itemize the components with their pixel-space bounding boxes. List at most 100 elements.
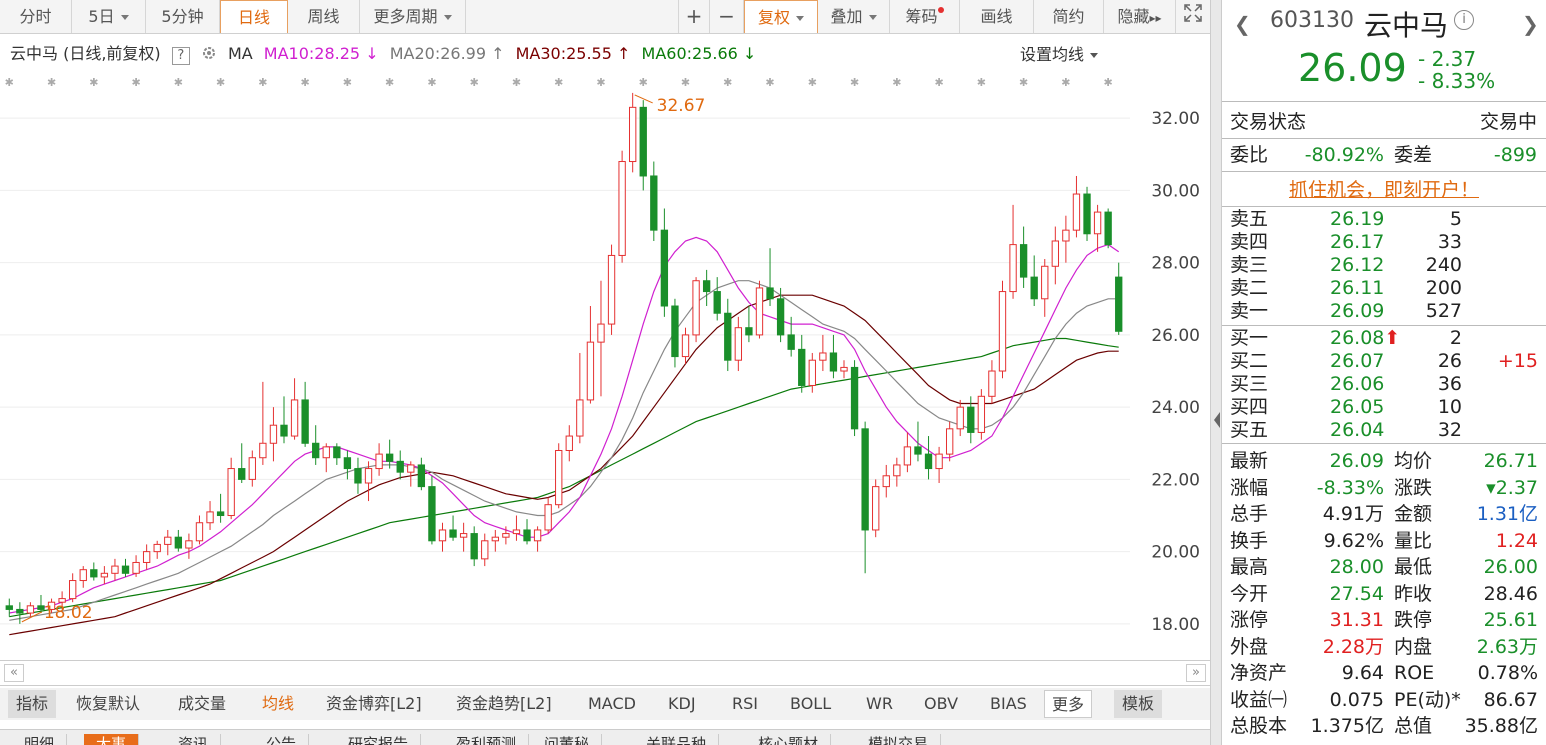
- tab-5day[interactable]: 5日: [72, 0, 146, 33]
- info-icon[interactable]: i: [1454, 10, 1474, 30]
- tab-ma[interactable]: 均线: [262, 690, 294, 718]
- tab-daily[interactable]: 日线: [220, 0, 288, 33]
- hide-button[interactable]: 隐藏▸▸: [1104, 0, 1176, 33]
- fullscreen-icon[interactable]: [1176, 0, 1210, 33]
- tab-intraday[interactable]: 分时: [0, 0, 72, 33]
- overlay-button[interactable]: 叠加: [818, 0, 890, 33]
- candle-body: [1030, 276, 1038, 300]
- candle-body: [629, 106, 637, 163]
- tab-volume[interactable]: 成交量: [178, 690, 226, 718]
- adjust-button[interactable]: 复权: [744, 0, 818, 33]
- draw-button[interactable]: 画线: [960, 0, 1034, 33]
- bid-row[interactable]: 买二 26.07 26 +15: [1222, 350, 1546, 373]
- ask-row[interactable]: 卖一 26.09 527: [1222, 300, 1546, 323]
- tab-macd[interactable]: MACD: [588, 690, 636, 718]
- tab-related[interactable]: 关联品种: [634, 734, 720, 745]
- tab-reset-default[interactable]: 恢复默认: [76, 690, 140, 718]
- collapse-arrow-icon[interactable]: [1214, 412, 1220, 428]
- tab-weekly[interactable]: 周线: [288, 0, 360, 33]
- settings-gear-icon[interactable]: [201, 44, 217, 63]
- tab-themes[interactable]: 核心题材: [746, 734, 832, 745]
- candle-body: [713, 291, 721, 314]
- prev-stock-icon[interactable]: ❮: [1234, 12, 1251, 36]
- separator: [1222, 206, 1546, 207]
- candle-body: [787, 334, 795, 350]
- zoom-in-button[interactable]: +: [678, 0, 710, 33]
- bid-row[interactable]: 买四 26.05 10: [1222, 396, 1546, 419]
- level-label: 买一: [1230, 327, 1269, 349]
- set-ma-button[interactable]: 设置均线: [1020, 41, 1098, 65]
- tab-events[interactable]: 大事: [84, 734, 140, 745]
- tab-fund-game[interactable]: 资金博弈[L2]: [326, 690, 422, 718]
- ask-row[interactable]: 卖二 26.11 200: [1222, 277, 1546, 300]
- stat-label: 净资产: [1230, 662, 1288, 684]
- stat-label: 总手: [1230, 503, 1269, 525]
- tab-ask-secretary[interactable]: 问董秘: [532, 734, 603, 745]
- candle-body: [459, 533, 468, 538]
- ask-row[interactable]: 卖五 26.19 5: [1222, 208, 1546, 231]
- tab-sim-trade[interactable]: 模拟交易: [856, 734, 942, 745]
- tab-rsi[interactable]: RSI: [732, 690, 758, 718]
- candle-body: [164, 536, 172, 545]
- level-label: 买五: [1230, 419, 1269, 441]
- tab-boll[interactable]: BOLL: [790, 690, 831, 718]
- scroll-right-icon[interactable]: »: [1186, 664, 1206, 682]
- tab-5min[interactable]: 5分钟: [146, 0, 220, 33]
- candle-body: [755, 287, 764, 336]
- tab-research[interactable]: 研究报告: [336, 734, 422, 745]
- separator: [1222, 443, 1546, 444]
- tab-template[interactable]: 模板: [1114, 690, 1163, 718]
- open-account-link[interactable]: 抓住机会，即刻开户！: [1222, 176, 1546, 204]
- tab-obv[interactable]: OBV: [924, 690, 958, 718]
- tab-more-periods[interactable]: 更多周期: [360, 0, 466, 33]
- help-icon[interactable]: ?: [171, 47, 190, 65]
- candle-body: [385, 453, 394, 462]
- stat-value: -8.33%: [1316, 476, 1384, 499]
- ask-row[interactable]: 卖四 26.17 33: [1222, 231, 1546, 254]
- bid-row[interactable]: 买五 26.04 32: [1222, 419, 1546, 442]
- wc-value: -899: [1493, 144, 1537, 166]
- tab-more[interactable]: 更多: [1044, 690, 1093, 718]
- candle-body: [375, 453, 383, 470]
- stat-value: 1.31亿: [1476, 503, 1538, 525]
- level-price: 26.19: [1330, 208, 1385, 230]
- tab-wr[interactable]: WR: [866, 690, 893, 718]
- candle-body: [481, 540, 489, 560]
- candle-body: [111, 565, 119, 574]
- level-label: 买三: [1230, 373, 1269, 395]
- quote-header: ❮ 603130 云中马 i ❯ 26.09 - 2.37 - 8.33%: [1222, 0, 1546, 102]
- separator: [1222, 138, 1546, 139]
- tab-indicator[interactable]: 指标: [8, 690, 57, 718]
- scroll-left-icon[interactable]: «: [4, 664, 24, 682]
- level-price: 26.06: [1330, 373, 1385, 395]
- level-volume: 2: [1449, 327, 1462, 349]
- stat-label: 今开: [1230, 582, 1269, 605]
- tab-kdj[interactable]: KDJ: [668, 690, 696, 718]
- y-tick-label: 24.00: [1151, 398, 1200, 418]
- panel-divider[interactable]: [1210, 0, 1222, 745]
- bid-row[interactable]: 买一 26.08⬆ 2: [1222, 327, 1546, 350]
- tab-detail[interactable]: 明细: [12, 734, 68, 745]
- chart-scrollbar[interactable]: « »: [0, 660, 1210, 686]
- notification-dot-icon: [937, 7, 944, 13]
- tab-bias[interactable]: BIAS: [990, 690, 1027, 718]
- bid-row[interactable]: 买三 26.06 36: [1222, 373, 1546, 396]
- simple-button[interactable]: 简约: [1034, 0, 1104, 33]
- stat-value: 35.88亿: [1464, 715, 1538, 737]
- stat-value: 2.63万: [1476, 635, 1538, 658]
- candlestick-chart[interactable]: 32.00 30.00 28.00 26.00 24.00 22.00 20.00 18.00…: [0, 64, 1210, 660]
- tab-forecast[interactable]: 盈利预测: [444, 734, 530, 745]
- tab-news[interactable]: 资讯: [166, 734, 222, 745]
- period-toolbar: 分时 5日 5分钟 日线 周线 更多周期 + − 复权 叠加 筹码 画线 简约 …: [0, 0, 1210, 34]
- stat-value: 31.31: [1329, 609, 1384, 631]
- candle-body: [998, 291, 1007, 372]
- tab-fund-trend[interactable]: 资金趋势[L2]: [456, 690, 552, 718]
- stat-value: 0.78%: [1477, 662, 1538, 684]
- zoom-out-button[interactable]: −: [710, 0, 744, 33]
- chips-button[interactable]: 筹码: [890, 0, 960, 33]
- ask-row[interactable]: 卖三 26.12 240: [1222, 254, 1546, 277]
- next-stock-icon[interactable]: ❯: [1522, 12, 1539, 36]
- candle-body: [819, 352, 827, 361]
- stat-label: 最低: [1394, 556, 1433, 578]
- tab-announcements[interactable]: 公告: [254, 734, 310, 745]
